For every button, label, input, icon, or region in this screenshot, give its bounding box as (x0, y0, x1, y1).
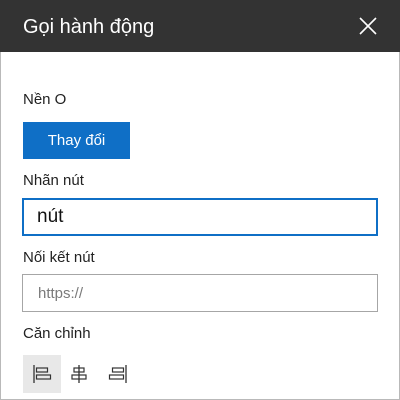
button-link-input[interactable] (22, 274, 378, 312)
background-label: Nền O (23, 91, 67, 108)
panel-header: Gọi hành động (0, 0, 400, 52)
close-icon (359, 17, 377, 35)
change-background-button[interactable]: Thay đổi (23, 122, 130, 159)
alignment-label: Căn chỉnh (23, 325, 91, 342)
align-center-button[interactable] (60, 355, 98, 393)
close-button[interactable] (350, 8, 386, 44)
align-left-button[interactable] (23, 355, 61, 393)
align-right-icon (108, 365, 127, 383)
align-right-button[interactable] (99, 355, 137, 393)
align-left-icon (33, 365, 52, 383)
button-link-label: Nối kết nút (23, 249, 95, 266)
align-center-icon (71, 365, 87, 383)
button-label-input[interactable] (22, 198, 378, 236)
button-label-label: Nhãn nút (23, 172, 84, 189)
panel-title: Gọi hành động (23, 16, 155, 38)
